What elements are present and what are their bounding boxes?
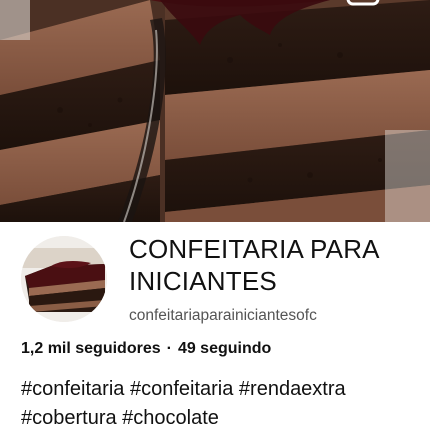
profile-bio: #confeitaria #confeitaria #rendaextra #c… xyxy=(21,375,421,430)
avatar[interactable] xyxy=(21,236,107,322)
profile-handle: confeitariaparainiciantesofc xyxy=(129,307,317,324)
cover-image xyxy=(0,0,430,222)
bio-line: #confeitaria #confeitaria #rendaextra xyxy=(21,378,346,400)
followers-count[interactable]: 1,2 mil seguidores xyxy=(21,339,161,359)
profile-stats: 1,2 mil seguidores · 49 seguindo xyxy=(21,339,421,359)
bio-line: #cobertura #chocolate xyxy=(21,407,219,429)
more-options-icon[interactable] xyxy=(346,0,380,10)
stats-separator: · xyxy=(166,340,172,357)
profile-name: CONFEITARIA PARA INICIANTES xyxy=(129,234,379,296)
back-arrow-icon[interactable] xyxy=(38,0,72,10)
following-count[interactable]: 49 seguindo xyxy=(178,339,271,359)
